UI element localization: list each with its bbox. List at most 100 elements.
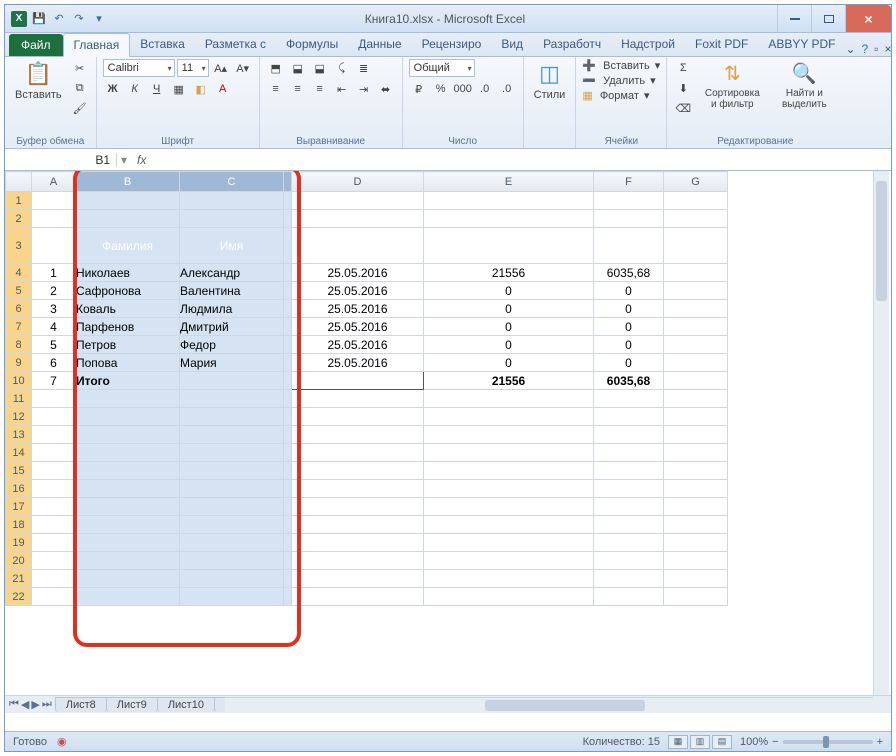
cell[interactable]	[76, 210, 180, 228]
cell[interactable]	[32, 462, 76, 480]
cell[interactable]	[594, 390, 664, 408]
nav-next-icon[interactable]: ▶	[31, 698, 39, 711]
cell-number[interactable]: 6	[32, 354, 76, 372]
cell[interactable]	[180, 498, 284, 516]
cell[interactable]	[292, 552, 424, 570]
cell[interactable]	[424, 516, 594, 534]
cell[interactable]	[664, 354, 728, 372]
align-center-icon[interactable]: ≡	[288, 80, 308, 98]
grid[interactable]: ABCDEFG123№ п/пФамилияИмяДатаСумма зараб…	[5, 171, 728, 606]
border-icon[interactable]: ▦	[169, 80, 189, 98]
cell[interactable]	[424, 570, 594, 588]
cell[interactable]	[424, 210, 594, 228]
cell-date[interactable]: 25.05.2016	[292, 300, 424, 318]
minimize-button[interactable]	[777, 5, 811, 32]
cell-bonus[interactable]: 0	[594, 300, 664, 318]
cell[interactable]	[180, 408, 284, 426]
cell[interactable]	[76, 570, 180, 588]
scroll-thumb[interactable]	[876, 181, 887, 301]
font-name-combo[interactable]: Calibri	[103, 59, 175, 77]
wrap-text-icon[interactable]: ≣	[354, 59, 374, 77]
increase-decimal-icon[interactable]: .0	[475, 80, 495, 98]
cell[interactable]	[32, 534, 76, 552]
cell[interactable]	[284, 282, 292, 300]
decrease-decimal-icon[interactable]: .0	[497, 80, 517, 98]
normal-view-icon[interactable]: ▦	[668, 735, 688, 749]
zoom-slider[interactable]	[783, 740, 873, 744]
cell[interactable]	[180, 480, 284, 498]
cell[interactable]	[424, 462, 594, 480]
cell[interactable]	[180, 516, 284, 534]
cell[interactable]	[664, 498, 728, 516]
cell[interactable]	[284, 354, 292, 372]
cell[interactable]	[284, 318, 292, 336]
cell[interactable]	[76, 390, 180, 408]
header-salary[interactable]: Сумма заработной платы, руб.	[424, 228, 594, 264]
cell[interactable]	[284, 588, 292, 606]
cell[interactable]	[76, 516, 180, 534]
cell[interactable]	[284, 336, 292, 354]
vertical-scrollbar[interactable]	[873, 171, 889, 713]
cell[interactable]	[32, 570, 76, 588]
row-header-14[interactable]: 14	[6, 444, 32, 462]
cell[interactable]	[664, 192, 728, 210]
cell[interactable]	[32, 210, 76, 228]
row-header-18[interactable]: 18	[6, 516, 32, 534]
cell[interactable]	[76, 480, 180, 498]
file-tab[interactable]: Файл	[9, 34, 63, 56]
cell[interactable]	[284, 570, 292, 588]
cell[interactable]	[664, 462, 728, 480]
cell[interactable]	[292, 192, 424, 210]
cell[interactable]	[594, 570, 664, 588]
format-cells-button[interactable]: ▦ Формат ▾	[582, 89, 649, 102]
cell[interactable]	[594, 498, 664, 516]
row-header-11[interactable]: 11	[6, 390, 32, 408]
cell[interactable]	[76, 534, 180, 552]
row-header-19[interactable]: 19	[6, 534, 32, 552]
cell[interactable]	[424, 390, 594, 408]
increase-indent-icon[interactable]: ⇥	[354, 80, 374, 98]
cell[interactable]	[664, 336, 728, 354]
cell-salary[interactable]: 0	[424, 318, 594, 336]
cell[interactable]	[32, 390, 76, 408]
format-painter-icon[interactable]: 🖌	[70, 99, 90, 117]
cell-total-bonus[interactable]: 6035,68	[594, 372, 664, 390]
cell[interactable]	[284, 264, 292, 282]
cell-surname[interactable]: Петров	[76, 336, 180, 354]
merge-icon[interactable]: ⬌	[376, 80, 396, 98]
cell[interactable]	[284, 408, 292, 426]
cell-surname[interactable]: Попова	[76, 354, 180, 372]
cell[interactable]	[284, 480, 292, 498]
cell[interactable]	[664, 318, 728, 336]
help-icon[interactable]: ?	[862, 42, 869, 56]
cell-number[interactable]: 3	[32, 300, 76, 318]
tab-вставка[interactable]: Вставка	[130, 33, 195, 56]
cell[interactable]	[32, 408, 76, 426]
cell[interactable]	[32, 192, 76, 210]
sheet-tab-Лист8[interactable]: Лист8	[55, 697, 107, 712]
cell[interactable]	[292, 372, 424, 390]
cell[interactable]	[292, 408, 424, 426]
align-middle-icon[interactable]: ⬓	[288, 59, 308, 77]
cell-bonus[interactable]: 0	[594, 318, 664, 336]
cell[interactable]	[292, 426, 424, 444]
cell[interactable]	[594, 444, 664, 462]
cell[interactable]	[594, 408, 664, 426]
cut-icon[interactable]: ✂	[70, 59, 90, 77]
cell[interactable]	[180, 390, 284, 408]
cell[interactable]	[284, 300, 292, 318]
close-button[interactable]: ×	[845, 5, 891, 32]
cell-name[interactable]: Александр	[180, 264, 284, 282]
cell[interactable]	[664, 210, 728, 228]
cell[interactable]	[424, 408, 594, 426]
cell[interactable]	[664, 372, 728, 390]
tab-разработч[interactable]: Разработч	[533, 33, 611, 56]
cell[interactable]	[594, 588, 664, 606]
cell-date[interactable]: 25.05.2016	[292, 354, 424, 372]
cell[interactable]	[284, 390, 292, 408]
cell-surname[interactable]: Парфенов	[76, 318, 180, 336]
cell[interactable]	[424, 192, 594, 210]
font-color-icon[interactable]: A	[213, 80, 233, 98]
cell[interactable]	[424, 534, 594, 552]
cell[interactable]	[424, 498, 594, 516]
